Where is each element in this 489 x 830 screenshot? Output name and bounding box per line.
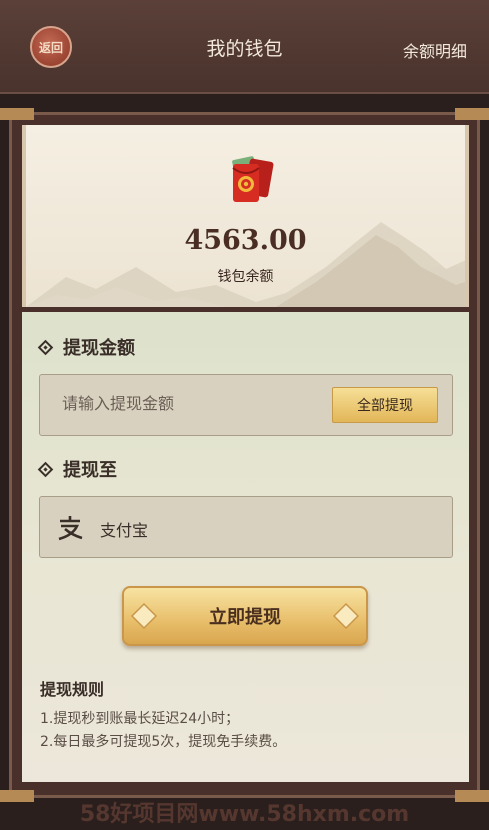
amount-section-title: 提现金额 [37, 334, 135, 360]
withdraw-now-button[interactable]: 立即提现 [122, 586, 368, 646]
balance-card: 4563.00 钱包余额 [22, 125, 469, 307]
diamond-bullet-icon [37, 339, 54, 355]
balance-amount: 4563.00 [184, 225, 307, 256]
balance-detail-link[interactable]: 余额明细 [403, 38, 467, 62]
frame-corner-top-left [0, 108, 34, 120]
amount-section-title-text: 提现金额 [63, 338, 135, 359]
rule-item: 1.提现秒到账最长延迟24小时； [40, 711, 240, 727]
alipay-icon [58, 516, 83, 541]
frame-corner-top-right [455, 108, 489, 120]
withdraw-panel: 提现金额 全部提现 提现至 支付宝 立即提现 提现规则 1.提现秒到账最长延迟2… [22, 312, 469, 782]
alipay-label: 支付宝 [100, 521, 149, 540]
diamond-bullet-icon [37, 461, 54, 477]
withdraw-all-button[interactable]: 全部提现 [332, 387, 438, 423]
withdraw-now-label: 立即提现 [209, 607, 281, 628]
destination-section-title-text: 提现至 [63, 460, 117, 481]
site-watermark: 58好项目网www.58hxm.com [79, 802, 410, 827]
alipay-option[interactable]: 支付宝 [39, 496, 453, 558]
amount-field: 全部提现 [39, 374, 453, 436]
red-packet-icon [232, 156, 274, 202]
balance-label: 钱包余额 [217, 269, 274, 285]
rules-title: 提现规则 [40, 680, 105, 699]
destination-section-title: 提现至 [37, 456, 117, 482]
rule-item: 2.每日最多可提现5次，提现免手续费。 [40, 734, 287, 750]
withdraw-amount-input[interactable] [62, 394, 312, 413]
top-bar: 返回 我的钱包 余额明细 [0, 0, 489, 94]
